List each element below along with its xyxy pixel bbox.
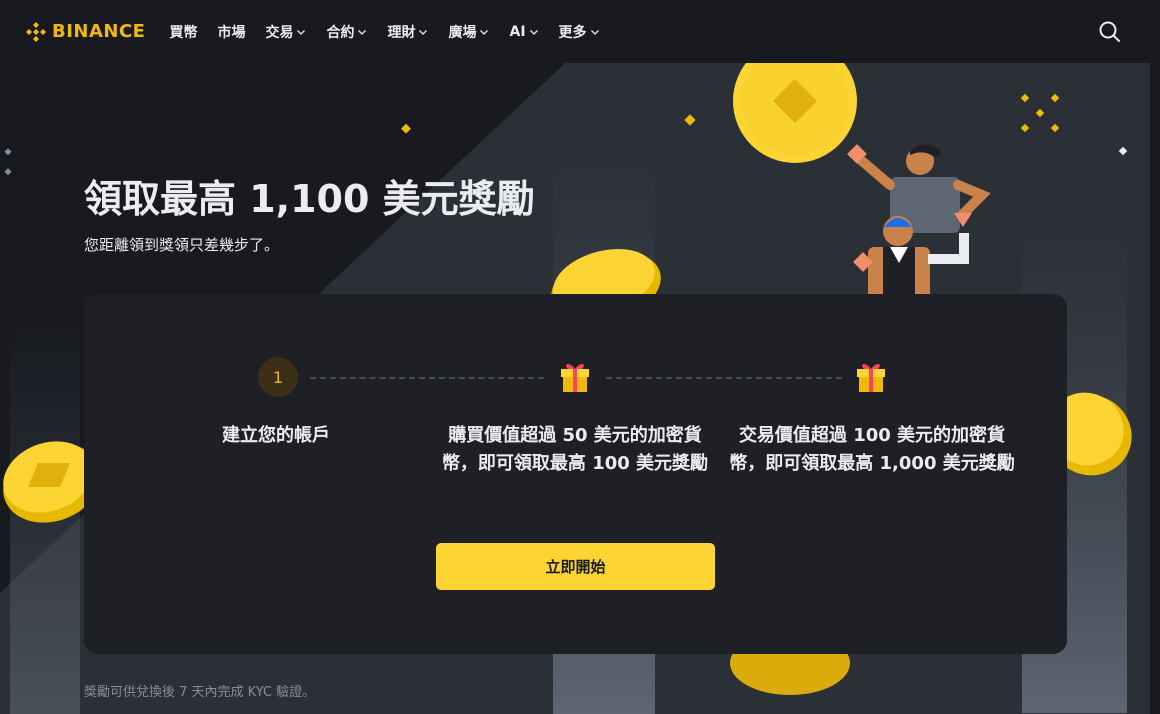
- nav-item-buy-crypto[interactable]: 買幣: [169, 22, 197, 42]
- search-icon: [1099, 21, 1120, 42]
- nav-label: 交易: [265, 24, 294, 41]
- binance-logo-icon: [26, 21, 46, 42]
- nav-item-ai[interactable]: AI: [509, 24, 538, 40]
- nav-item-more[interactable]: 更多: [559, 22, 600, 42]
- step-connector: [606, 377, 842, 379]
- gift-icon: [561, 364, 589, 392]
- chevron-down-icon: [590, 29, 599, 35]
- search-button[interactable]: [1098, 20, 1122, 48]
- top-navbar: BINANCE 買幣 市場 交易 合約 理財 廣場 AI 更多: [0, 0, 1160, 63]
- nav-label: 市場: [217, 24, 246, 41]
- start-now-button[interactable]: 立即開始: [436, 543, 715, 590]
- chevron-down-icon: [358, 29, 367, 35]
- chevron-down-icon: [529, 29, 538, 35]
- step-3-text: 交易價值超過 100 美元的加密貨幣，即可領取最高 1,000 美元獎勵: [729, 425, 1015, 474]
- kyc-footnote: 獎勵可供兌換後 7 天內完成 KYC 驗證。: [84, 685, 316, 700]
- nav-label: 廣場: [448, 24, 477, 41]
- nav-label: 買幣: [169, 24, 198, 41]
- binance-logo[interactable]: BINANCE: [24, 20, 145, 44]
- nav-label: AI: [509, 23, 526, 40]
- people-illustration: [847, 144, 991, 307]
- nav-item-trade[interactable]: 交易: [265, 22, 306, 42]
- hero-title: 領取最高 1,100 美元獎勵: [84, 177, 535, 221]
- hero-subtitle: 您距離領到獎領只差幾步了。: [84, 236, 280, 254]
- nav-item-earn[interactable]: 理財: [387, 22, 428, 42]
- chevron-down-icon: [419, 29, 428, 35]
- nav-item-futures[interactable]: 合約: [326, 22, 367, 42]
- nav-item-markets[interactable]: 市場: [217, 22, 245, 42]
- brand-name: BINANCE: [52, 21, 146, 42]
- steps-card: 1 建立您的帳戶 購買價值超過 50 美元的加密貨幣，即可領取最高 100 美元…: [84, 294, 1067, 654]
- nav-item-square[interactable]: 廣場: [448, 22, 489, 42]
- chevron-down-icon: [297, 29, 306, 35]
- chevron-down-icon: [480, 29, 489, 35]
- step-2-text: 購買價值超過 50 美元的加密貨幣，即可領取最高 100 美元獎勵: [441, 425, 709, 474]
- step-number: 1: [272, 367, 284, 387]
- nav-label: 理財: [387, 24, 416, 41]
- coin-top: [733, 63, 857, 163]
- step-connector: [310, 377, 544, 379]
- step-1-badge: 1: [258, 357, 298, 397]
- step-1-text: 建立您的帳戶: [222, 425, 330, 446]
- nav-label: 更多: [558, 24, 587, 41]
- gift-icon: [857, 364, 885, 392]
- nav-label: 合約: [326, 24, 355, 41]
